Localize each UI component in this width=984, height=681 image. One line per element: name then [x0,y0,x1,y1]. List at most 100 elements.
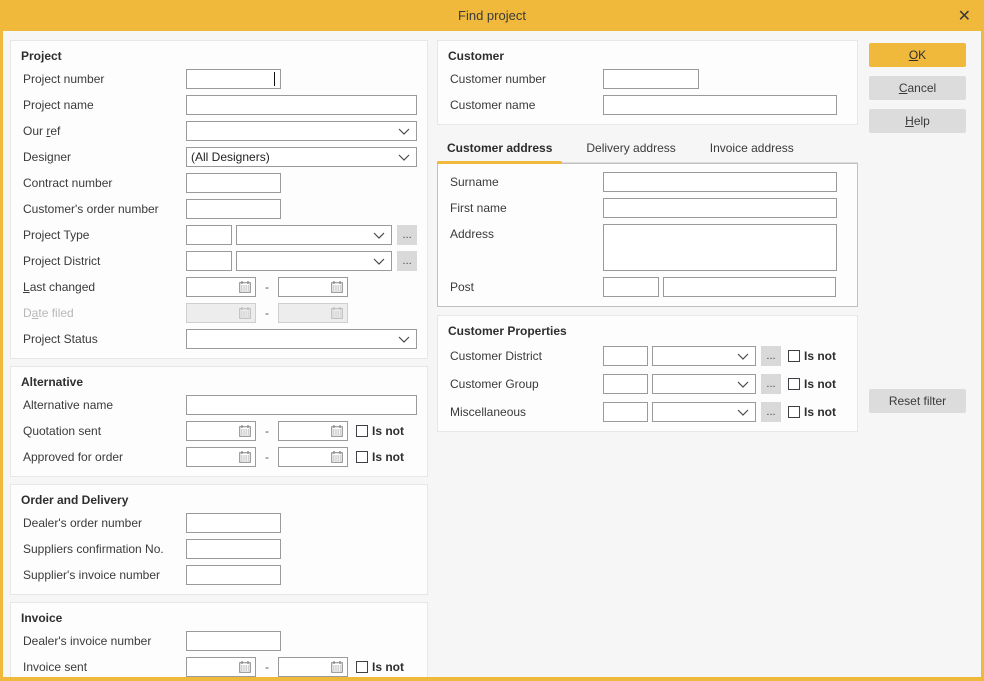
tab-delivery-address[interactable]: Delivery address [576,137,685,162]
project-district-browse-button[interactable]: ... [397,251,417,271]
customer-group-isnot-checkbox[interactable] [788,378,800,390]
project-type-select[interactable] [236,225,393,245]
alternative-name-row: Alternative name [23,395,417,415]
chevron-down-icon [373,258,385,265]
customer-district-select[interactable] [652,346,756,366]
address-tabs: Customer address Delivery address Invoic… [437,137,858,164]
customer-district-code-input[interactable] [603,346,648,366]
calendar-icon[interactable] [330,450,344,464]
customer-name-input[interactable] [603,95,837,115]
customer-group-browse-button[interactable]: ... [761,374,781,394]
customer-district-isnot-checkbox[interactable] [788,350,800,362]
project-type-browse-button[interactable]: ... [397,225,417,245]
project-district-select[interactable] [236,251,393,271]
quotation-sent-isnot-checkbox[interactable] [356,425,368,437]
quotation-sent-to-input[interactable] [278,421,348,441]
post-city-input[interactable] [663,277,836,297]
window-border-left [0,0,3,681]
surname-row: Surname [450,172,847,192]
project-name-input[interactable] [186,95,417,115]
invoice-sent-isnot-checkbox[interactable] [356,661,368,673]
alternative-name-input[interactable] [186,395,417,415]
calendar-icon[interactable] [238,280,252,294]
customer-group-select[interactable] [652,374,756,394]
customer-section: Customer Customer number Customer name [437,40,858,125]
project-district-row: Project District ... [23,251,417,271]
chevron-down-icon [398,128,410,135]
approved-for-order-from-input[interactable] [186,447,256,467]
invoice-section-header: Invoice [21,611,63,625]
last-changed-from-input[interactable] [186,277,256,297]
customer-number-input[interactable] [603,69,699,89]
cancel-button[interactable]: Cancel [869,76,966,100]
order-delivery-section: Order and Delivery Dealer's order number… [10,484,428,595]
last-changed-row: Last changed - [23,277,417,297]
title-bar: Find project ✕ [0,0,984,31]
customer-name-label: Customer name [450,98,536,112]
project-type-code-input[interactable] [186,225,232,245]
chevron-down-icon [373,232,385,239]
is-not-label: Is not [372,450,404,464]
miscellaneous-browse-button[interactable]: ... [761,402,781,422]
quotation-sent-from-input[interactable] [186,421,256,441]
customer-district-row: Customer District ... Is not [450,346,847,366]
suppliers-confirmation-input[interactable] [186,539,281,559]
suppliers-confirmation-label: Suppliers confirmation No. [23,542,164,556]
window-title: Find project [458,8,526,23]
customer-group-code-input[interactable] [603,374,648,394]
post-label: Post [450,280,475,294]
approved-for-order-isnot-checkbox[interactable] [356,451,368,463]
dealers-order-number-row: Dealer's order number [23,513,417,533]
miscellaneous-code-input[interactable] [603,402,648,422]
project-type-row: Project Type ... [23,225,417,245]
approved-for-order-row: Approved for order - Is not [23,447,417,467]
customer-district-browse-button[interactable]: ... [761,346,781,366]
calendar-icon[interactable] [238,424,252,438]
quotation-sent-row: Quotation sent - Is not [23,421,417,441]
dealers-invoice-number-input[interactable] [186,631,281,651]
dealers-order-number-input[interactable] [186,513,281,533]
first-name-label: First name [450,201,507,215]
project-district-code-input[interactable] [186,251,232,271]
approved-for-order-label: Approved for order [23,450,124,464]
approved-for-order-to-input[interactable] [278,447,348,467]
calendar-icon[interactable] [330,660,344,674]
invoice-sent-to-input[interactable] [278,657,348,677]
calendar-icon [330,306,344,320]
customer-section-header: Customer [448,49,505,63]
chevron-down-icon [398,336,410,343]
first-name-input[interactable] [603,198,837,218]
miscellaneous-row: Miscellaneous ... Is not [450,402,847,422]
surname-input[interactable] [603,172,837,192]
tab-customer-address[interactable]: Customer address [437,137,563,164]
reset-filter-button[interactable]: Reset filter [869,389,966,413]
customers-order-number-input[interactable] [186,199,281,219]
invoice-sent-from-input[interactable] [186,657,256,677]
contract-number-input[interactable] [186,173,281,193]
is-not-label: Is not [804,405,836,419]
designer-label: Designer [23,150,72,164]
ok-button[interactable]: OK [869,43,966,67]
address-textarea[interactable] [603,224,837,271]
help-button[interactable]: Help [869,109,966,133]
project-status-select[interactable] [186,329,417,349]
calendar-icon[interactable] [330,424,344,438]
miscellaneous-select[interactable] [652,402,756,422]
calendar-icon[interactable] [238,450,252,464]
last-changed-to-input[interactable] [278,277,348,297]
close-icon[interactable]: ✕ [958,7,971,24]
customer-district-label: Customer District [450,349,543,363]
dealers-order-number-label: Dealer's order number [23,516,143,530]
suppliers-invoice-number-input[interactable] [186,565,281,585]
calendar-icon[interactable] [330,280,344,294]
our-ref-select[interactable] [186,121,417,141]
designer-select[interactable]: (All Designers) [186,147,417,167]
tab-invoice-address[interactable]: Invoice address [700,137,804,162]
calendar-icon[interactable] [238,660,252,674]
miscellaneous-isnot-checkbox[interactable] [788,406,800,418]
project-number-input[interactable] [186,69,281,89]
customer-properties-section: Customer Properties Customer District ..… [437,315,858,432]
date-filed-to-input [278,303,348,323]
text-caret [274,72,275,86]
post-code-input[interactable] [603,277,659,297]
